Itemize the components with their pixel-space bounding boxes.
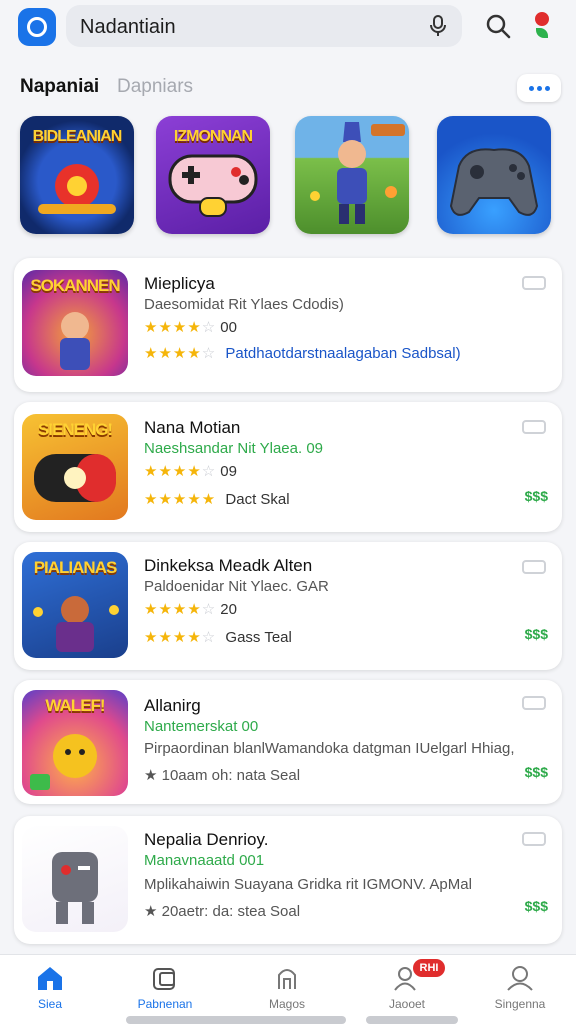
featured-game-1[interactable]: BIDLEANIAN: [20, 116, 134, 234]
more-button[interactable]: [517, 74, 561, 102]
app-meta: ★ 10aam oh: nata Seal: [144, 767, 301, 784]
app-rating-secondary: ★★★★☆ Patdhaotdarstnaalagaban Sadbsal): [144, 345, 461, 362]
mic-icon[interactable]: [428, 15, 448, 37]
app-rating: ★★★★☆ 20: [144, 601, 237, 618]
app-developer: Nantemerskat 00: [144, 718, 259, 735]
nav-account-alert[interactable]: RHI Jaooet: [357, 955, 457, 1024]
app-logo-icon[interactable]: [18, 8, 56, 46]
app-developer: Naeshsandar Nit Ylaea. 09: [144, 440, 324, 457]
nav-profile[interactable]: Singenna: [470, 955, 570, 1024]
system-gesture-bar: [366, 1016, 458, 1024]
system-home-indicator[interactable]: [126, 1016, 346, 1024]
app-developer: Manavnaaatd 001: [144, 852, 265, 869]
app-card[interactable]: Nepalia Denrioy. Manavnaaatd 001 Mplikah…: [14, 816, 562, 944]
app-price: $$$: [524, 764, 548, 780]
app-card[interactable]: WALEF! Allanirg Nantemerskat 00 Pirpaord…: [14, 680, 562, 804]
card-menu-icon[interactable]: [522, 832, 546, 846]
search-input[interactable]: Nadantiain: [66, 5, 462, 47]
app-card[interactable]: SOKANNEN Mieplicya Daesomidat Rit Ylaes …: [14, 258, 562, 392]
card-menu-icon[interactable]: [522, 276, 546, 290]
app-thumbnail: PIALIANAS: [22, 552, 128, 658]
home-icon: [38, 967, 62, 990]
card-menu-icon[interactable]: [522, 696, 546, 710]
app-name[interactable]: Mieplicya: [144, 274, 215, 294]
app-developer: Daesomidat Rit Ylaes Cdodis): [144, 296, 344, 313]
section-subtitle[interactable]: Dapniars: [117, 76, 193, 98]
nav-apps[interactable]: Pabnenan: [115, 955, 215, 1024]
bottom-navigation: Siea Pabnenan Magos RHI Jaooet Singenna: [0, 954, 576, 1024]
app-meta: ★ 20aetr: da: stea Soal: [144, 903, 301, 920]
section-title: Napaniai: [20, 76, 100, 97]
top-bar: Nadantiain: [0, 0, 576, 56]
game-art-icon: [38, 164, 116, 214]
app-name[interactable]: Dinkeksa Meadk Alten: [144, 556, 312, 576]
notification-icon[interactable]: [533, 10, 553, 40]
app-description: Mplikahaiwin Suayana Gridka rit IGMONV. …: [144, 876, 472, 893]
app-thumbnail: SIENENG!: [22, 414, 128, 520]
app-price: $$$: [524, 626, 548, 642]
nav-bag[interactable]: Magos: [237, 955, 337, 1024]
app-rating: ★★★★☆ 09: [144, 463, 237, 480]
notification-badge: RHI: [413, 959, 445, 977]
featured-game-2[interactable]: IZMONNAN: [156, 116, 270, 234]
profile-icon: [507, 966, 533, 991]
app-rating-secondary: ★★★★★ Dact Skal: [144, 491, 290, 508]
search-icon[interactable]: [484, 12, 512, 40]
nav-home[interactable]: Siea: [0, 955, 100, 1024]
section-header: Napaniai Dapniars: [0, 64, 576, 108]
app-description: Pirpaordinan blanlWamandoka datgman IUel…: [144, 740, 515, 757]
app-developer: Paldoenidar Nit Ylaec. GAR: [144, 578, 329, 595]
app-thumbnail: SOKANNEN: [22, 270, 128, 376]
app-price: $$$: [524, 898, 548, 914]
app-name[interactable]: Nepalia Denrioy.: [144, 830, 268, 850]
app-name[interactable]: Allanirg: [144, 696, 201, 716]
featured-game-3[interactable]: [295, 116, 409, 234]
app-card[interactable]: PIALIANAS Dinkeksa Meadk Alten Paldoenid…: [14, 542, 562, 670]
controller-icon: [449, 148, 539, 216]
app-price: $$$: [524, 488, 548, 504]
bag-icon: [278, 969, 296, 989]
app-rating-secondary: ★★★★☆ Gass Teal: [144, 629, 292, 646]
featured-game-4[interactable]: [437, 116, 551, 234]
app-rating: ★★★★☆ 00: [144, 319, 237, 336]
card-menu-icon[interactable]: [522, 560, 546, 574]
gamepad-icon: [168, 154, 258, 217]
app-card[interactable]: SIENENG! Nana Motian Naeshsandar Nit Yla…: [14, 402, 562, 532]
app-thumbnail: [22, 826, 128, 932]
search-query[interactable]: Nadantiain: [80, 16, 176, 39]
card-menu-icon[interactable]: [522, 420, 546, 434]
apps-icon: [153, 968, 175, 990]
game-art-icon: [310, 122, 405, 224]
app-thumbnail: WALEF!: [22, 690, 128, 796]
app-name[interactable]: Nana Motian: [144, 418, 240, 438]
